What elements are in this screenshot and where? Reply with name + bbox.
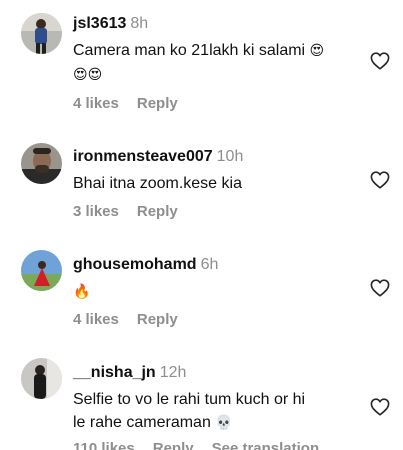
see-translation-button[interactable]: See translation [212,440,320,450]
reply-button[interactable]: Reply [137,311,178,328]
comment-text-line: Selfie to vo le rahi tum kuch or hi [73,391,306,408]
likes-count[interactable]: 4 likes [73,95,119,112]
comment-header: ironmensteave007 10h [73,146,345,167]
timestamp: 12h [159,364,187,381]
comment-actions: 3 likes Reply [73,203,196,220]
avatar[interactable] [21,143,62,184]
reply-button[interactable]: Reply [153,440,194,450]
reply-button[interactable]: Reply [137,95,178,112]
fire-emoji: 🔥 [73,284,91,300]
comment-text-line: Camera man ko 21lakh ki salami [73,42,306,59]
comment-actions: 110 likes Reply See translation [73,440,337,450]
avatar[interactable] [21,250,62,291]
username[interactable]: jsl3613 [73,15,126,32]
timestamp: 10h [216,148,244,165]
comment-header: jsl3613 8h [73,13,345,34]
username[interactable]: ironmensteave007 [73,148,213,165]
likes-count[interactable]: 4 likes [73,311,119,328]
like-heart-icon[interactable] [370,52,390,70]
comment-text: Camera man ko 21lakh ki salami 😍 [73,39,345,63]
comment-text: le rahe cameraman 💀 [73,411,345,435]
username[interactable]: __nisha_jn [73,364,156,381]
comment-header: ghousemohamd 6h [73,254,345,275]
heart-eyes-emoji: 😍 [309,43,325,59]
skull-emoji: 💀 [215,415,233,431]
comment-text: 🔥 [73,280,345,304]
reply-button[interactable]: Reply [137,203,178,220]
comment-text-line: le rahe cameraman [73,414,211,431]
comment-text: Bhai itna zoom.kese kia [73,175,242,192]
comment-actions: 4 likes Reply [73,311,196,328]
comment-text-line: 😍😍 [73,63,345,87]
like-heart-icon[interactable] [370,279,390,297]
username[interactable]: ghousemohamd [73,256,197,273]
timestamp: 8h [130,15,149,32]
likes-count[interactable]: 110 likes [73,440,135,450]
avatar[interactable] [21,358,62,399]
like-heart-icon[interactable] [370,171,390,189]
comment-header: __nisha_jn 12h [73,362,345,383]
comments-list: jsl3613 8h Camera man ko 21lakh ki salami… [0,0,403,450]
heart-eyes-emoji: 😍😍 [73,67,103,83]
likes-count[interactable]: 3 likes [73,203,119,220]
timestamp: 6h [200,256,219,273]
like-heart-icon[interactable] [370,398,390,416]
avatar[interactable] [21,13,62,54]
comment-actions: 4 likes Reply [73,95,196,112]
